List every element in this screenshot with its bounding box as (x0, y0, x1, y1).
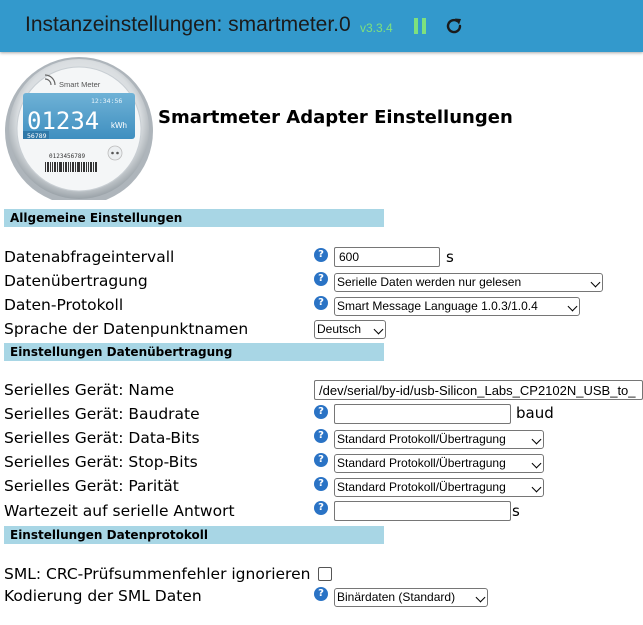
label-transfer: Datenübertragung (4, 272, 148, 290)
chevron-down-icon (531, 458, 542, 469)
chevron-down-icon (531, 482, 542, 493)
header-bar: Instanzeinstellungen: smartmeter.0 v3.3.… (0, 0, 643, 52)
logo-reading: 01234 (27, 107, 99, 135)
version-label: v3.3.4 (360, 21, 393, 35)
header-title: Instanzeinstellungen: smartmeter.0 (25, 13, 351, 36)
help-icon[interactable]: ? (314, 272, 328, 286)
help-icon[interactable]: ? (314, 587, 328, 601)
label-databits: Serielles Gerät: Data-Bits (4, 429, 200, 447)
chevron-down-icon (567, 301, 578, 312)
encoding-select[interactable]: Binärdaten (Standard) (334, 588, 488, 607)
label-stopbits: Serielles Gerät: Stop-Bits (4, 453, 198, 471)
help-icon[interactable]: ? (314, 429, 328, 443)
logo-time: 12:34:56 (91, 97, 122, 105)
help-icon[interactable]: ? (314, 501, 328, 515)
wait-input[interactable] (334, 501, 511, 521)
help-icon[interactable]: ? (314, 477, 328, 491)
transfer-select[interactable]: Serielle Daten werden nur gelesen (334, 273, 603, 292)
section-transfer: Einstellungen Datenübertragung (4, 343, 384, 361)
baudrate-unit: baud (516, 404, 554, 422)
databits-select[interactable]: Standard Protokoll/Übertragung (334, 430, 544, 449)
stopbits-select-value: Standard Protokoll/Übertragung (337, 456, 506, 470)
logo-sub: 56789 (27, 132, 47, 140)
transfer-select-value: Serielle Daten werden nur gelesen (337, 275, 522, 289)
label-baudrate: Serielles Gerät: Baudrate (4, 405, 200, 423)
logo-brand: Smart Meter (59, 80, 101, 89)
chevron-down-icon (475, 592, 486, 603)
logo-serial: 0123456789 (49, 153, 86, 160)
parity-select[interactable]: Standard Protokoll/Übertragung (334, 478, 544, 497)
label-encoding: Kodierung der SML Daten (4, 587, 202, 605)
help-icon[interactable]: ? (314, 405, 328, 419)
databits-select-value: Standard Protokoll/Übertragung (337, 432, 506, 446)
logo-unit: kWh (111, 121, 127, 130)
smartmeter-logo: Smart Meter 12:34:56 01234 kWh 56789 012… (3, 55, 156, 205)
parity-select-value: Standard Protokoll/Übertragung (337, 480, 506, 494)
baudrate-input[interactable] (334, 404, 511, 424)
chevron-down-icon (531, 434, 542, 445)
encoding-select-value: Binärdaten (Standard) (337, 590, 456, 604)
label-parity: Serielles Gerät: Parität (4, 477, 179, 495)
interval-input[interactable] (334, 247, 440, 267)
device-name-input[interactable] (314, 380, 643, 400)
chevron-down-icon (373, 324, 384, 335)
label-protocol: Daten-Protokoll (4, 296, 124, 314)
chevron-down-icon (590, 277, 601, 288)
help-icon[interactable]: ? (314, 296, 328, 310)
label-interval: Datenabfrageintervall (4, 248, 175, 266)
page-title: Smartmeter Adapter Einstellungen (158, 107, 513, 128)
protocol-select[interactable]: Smart Message Language 1.0.3/1.0.4 (334, 297, 580, 316)
label-crc: SML: CRC-Prüfsummenfehler ignorieren (4, 565, 311, 583)
language-select[interactable]: Deutsch (314, 320, 386, 339)
section-protocol: Einstellungen Datenprotokoll (4, 526, 384, 544)
pause-icon[interactable] (414, 18, 428, 34)
protocol-select-value: Smart Message Language 1.0.3/1.0.4 (337, 299, 538, 313)
interval-unit: s (446, 248, 454, 266)
reload-icon[interactable] (444, 16, 464, 36)
label-wait: Wartezeit auf serielle Antwort (4, 502, 235, 520)
stopbits-select[interactable]: Standard Protokoll/Übertragung (334, 454, 544, 473)
help-icon[interactable]: ? (314, 248, 328, 262)
language-select-value: Deutsch (317, 322, 362, 336)
crc-checkbox[interactable] (318, 567, 332, 581)
label-device-name: Serielles Gerät: Name (4, 381, 175, 399)
wait-unit: s (512, 502, 520, 520)
section-general: Allgemeine Einstellungen (4, 209, 384, 227)
label-language: Sprache der Datenpunktnamen (4, 320, 249, 338)
help-icon[interactable]: ? (314, 453, 328, 467)
